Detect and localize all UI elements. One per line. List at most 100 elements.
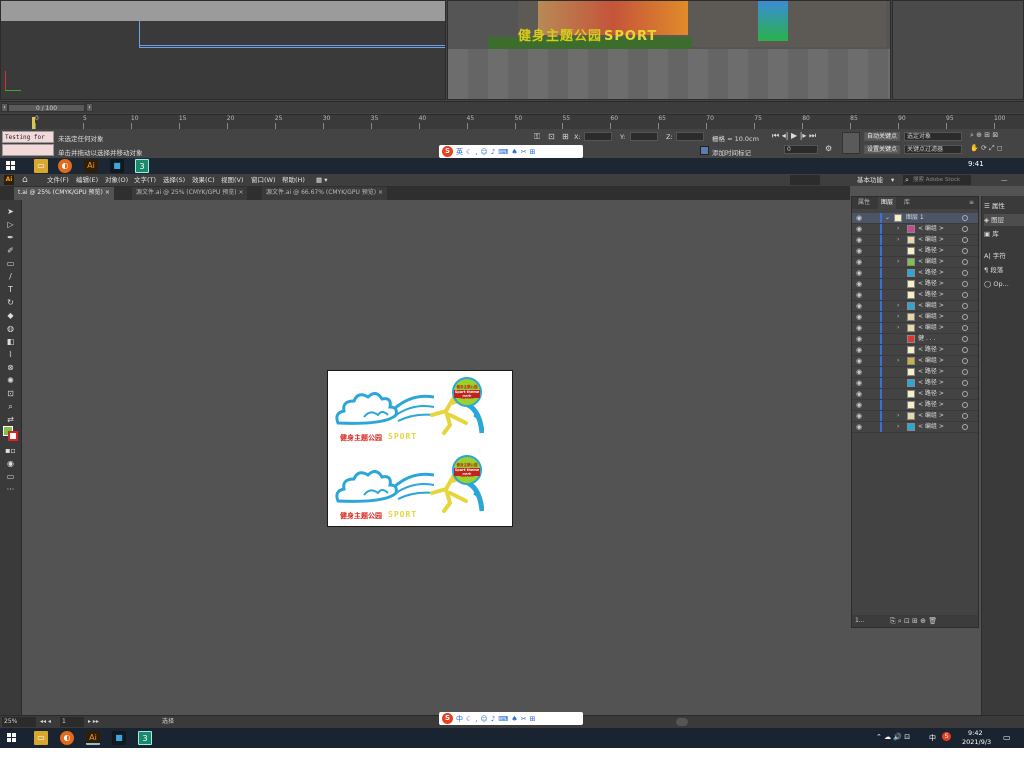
visibility-eye-icon[interactable]: ◉ <box>856 411 862 421</box>
more-tools-icon[interactable]: ··· <box>4 484 17 495</box>
target-circle-icon[interactable] <box>962 292 968 298</box>
zoom-field[interactable]: 25% <box>2 717 36 727</box>
lock-icon[interactable]: ⚿ <box>534 132 540 142</box>
visibility-eye-icon[interactable]: ◉ <box>856 345 862 355</box>
color-mode-icons[interactable]: ▪▫ <box>4 445 17 456</box>
layer-name[interactable]: < 路径 > <box>918 345 944 355</box>
artboard[interactable]: 健身主题公园 Sport theme park 6899M 健身主题公园 SPO… <box>327 370 513 527</box>
visibility-eye-icon[interactable]: ◉ <box>856 323 862 333</box>
sogou-ime-bar-bottom[interactable]: S 中 ☾ , ☺ ♪ ⌨ ♠ ✂ ⊞ <box>439 712 583 725</box>
artboard-number-field[interactable]: 1 <box>60 717 84 727</box>
layer-name[interactable]: < 路径 > <box>918 290 944 300</box>
tab-libraries[interactable]: 库 <box>901 197 913 209</box>
set-key-button[interactable]: 设置关键点 <box>864 145 900 154</box>
layer-name[interactable]: < 编组 > <box>918 422 944 432</box>
screen-mode-icon[interactable]: ▭ <box>4 471 17 482</box>
layer-row[interactable]: ◉ < 路径 > <box>852 378 978 389</box>
tab-properties[interactable]: 属性 <box>855 197 873 209</box>
layer-row[interactable]: ◉ › < 编组 > <box>852 235 978 246</box>
visibility-eye-icon[interactable]: ◉ <box>856 224 862 234</box>
menu-file[interactable]: 文件(F) <box>47 174 69 186</box>
viewport-nav-icons[interactable]: ⌕ ⊕ ⊞ ⊠ <box>970 131 998 140</box>
artboard-tool-icon[interactable]: ⊡ <box>4 388 17 399</box>
target-circle-icon[interactable] <box>962 237 968 243</box>
sogou-tray-icon[interactable]: S <box>942 732 951 741</box>
grid-icon[interactable]: ⊞ <box>530 148 536 156</box>
swap-colors-icon[interactable]: ⇄ <box>4 414 17 425</box>
gradient-tool-icon[interactable]: ◧ <box>4 336 17 347</box>
stock-search-input[interactable]: 搜索 Adobe Stock <box>903 175 971 185</box>
transform-icon[interactable]: ⊞ <box>562 132 569 141</box>
isolate-icon[interactable]: ⊡ <box>548 132 555 141</box>
max-viewport-left[interactable] <box>0 0 446 100</box>
layer-name[interactable]: < 路径 > <box>918 246 944 256</box>
target-circle-icon[interactable] <box>962 347 968 353</box>
expand-arrow-icon[interactable]: › <box>897 257 899 267</box>
illustrator-taskbar-icon[interactable]: Ai <box>86 731 100 745</box>
visibility-eye-icon[interactable]: ◉ <box>856 389 862 399</box>
visibility-eye-icon[interactable]: ◉ <box>856 422 862 432</box>
notifications-icon[interactable]: ▭ <box>1003 733 1011 742</box>
visibility-eye-icon[interactable]: ◉ <box>856 213 862 223</box>
menu-select[interactable]: 选择(S) <box>163 174 185 186</box>
layer-name[interactable]: < 编组 > <box>918 356 944 366</box>
time-slider-bar[interactable]: ‹ 0 / 100 › <box>0 101 1024 113</box>
visibility-eye-icon[interactable]: ◉ <box>856 356 862 366</box>
layer-footer-icons[interactable]: ⎘ ⌕ ⊡ ⊞ ⊕ 🗑 <box>890 615 937 627</box>
target-circle-icon[interactable] <box>962 424 968 430</box>
layer-row[interactable]: ◉ < 路径 > <box>852 290 978 301</box>
time-config-icon[interactable]: ⚙ <box>825 144 832 153</box>
emoji-icon[interactable]: ☺ <box>481 715 488 723</box>
menu-object[interactable]: 对象(O) <box>105 174 128 186</box>
artboard-nav-next-icon[interactable]: ▸ ▸▸ <box>88 716 99 728</box>
dock-properties[interactable]: ☰ 属性 <box>984 200 1024 212</box>
3dsmax-taskbar-icon[interactable]: 3 <box>135 159 149 173</box>
keyboard-icon[interactable]: ⌨ <box>498 148 508 156</box>
moon-icon[interactable]: ☾ <box>466 715 472 723</box>
dock-opentype[interactable]: ◯ Op... <box>984 278 1024 290</box>
dock-layers[interactable]: ◈ 图层 <box>984 214 1024 226</box>
expand-arrow-icon[interactable]: ⌄ <box>885 213 890 223</box>
shirt-icon[interactable]: ♠ <box>511 715 517 723</box>
punct-icon[interactable]: , <box>475 715 477 723</box>
target-circle-icon[interactable] <box>962 281 968 287</box>
visibility-eye-icon[interactable]: ◉ <box>856 400 862 410</box>
type-tool-icon[interactable]: T <box>4 284 17 295</box>
layer-row[interactable]: ◉ › < 编组 > <box>852 224 978 235</box>
tab-document-1[interactable]: t.ai @ 25% (CMYK/GPU 预览) × <box>14 187 114 200</box>
layer-row[interactable]: ◉ < 路径 > <box>852 268 978 279</box>
key-mode-button[interactable] <box>842 132 860 154</box>
blend-tool-icon[interactable]: ⊗ <box>4 362 17 373</box>
layer-row[interactable]: ◉ › < 编组 > <box>852 312 978 323</box>
layer-name[interactable]: < 路径 > <box>918 400 944 410</box>
target-circle-icon[interactable] <box>962 380 968 386</box>
ime-indicator[interactable]: 中 <box>929 733 936 743</box>
layer-row[interactable]: ◉ › < 编组 > <box>852 257 978 268</box>
file-explorer-icon[interactable]: ▭ <box>34 159 48 173</box>
track-bar[interactable]: 0 5 10 15 20 25 30 35 40 45 50 55 60 65 70 75 80 85 90 95 10… <box>0 114 1024 129</box>
zoom-tool-icon[interactable]: ⌕ <box>4 401 17 412</box>
emoji-icon[interactable]: ☺ <box>481 148 488 156</box>
y-coord-field[interactable] <box>630 132 658 141</box>
sign-design-2[interactable]: 健身主题公园 Sport theme park 6899M 健身主题公园 SPO… <box>328 451 514 529</box>
tab-layers[interactable]: 图层 <box>878 197 897 209</box>
key-filters-button[interactable]: 关键点过滤器 <box>904 145 962 154</box>
selection-tool-icon[interactable]: ➤ <box>4 206 17 217</box>
target-circle-icon[interactable] <box>962 226 968 232</box>
visibility-eye-icon[interactable]: ◉ <box>856 367 862 377</box>
window-minimize-icon[interactable]: — <box>1001 174 1008 186</box>
playback-controls[interactable]: ⏮ ◂| ▶ |▸ ⏭ <box>772 131 816 141</box>
browser-icon[interactable]: ◐ <box>58 159 72 173</box>
layer-row[interactable]: ◉ < 路径 > <box>852 400 978 411</box>
visibility-eye-icon[interactable]: ◉ <box>856 334 862 344</box>
windows-start-icon[interactable] <box>6 161 16 171</box>
target-circle-icon[interactable] <box>962 259 968 265</box>
visibility-eye-icon[interactable]: ◉ <box>856 301 862 311</box>
target-circle-icon[interactable] <box>962 325 968 331</box>
expand-arrow-icon[interactable]: › <box>897 411 899 421</box>
layer-row[interactable]: ◉ < 路径 > <box>852 389 978 400</box>
layer-row[interactable]: ◉ › < 编组 > <box>852 411 978 422</box>
x-coord-field[interactable] <box>584 132 612 141</box>
target-circle-icon[interactable] <box>962 402 968 408</box>
pen-tool-icon[interactable]: ✒ <box>4 232 17 243</box>
